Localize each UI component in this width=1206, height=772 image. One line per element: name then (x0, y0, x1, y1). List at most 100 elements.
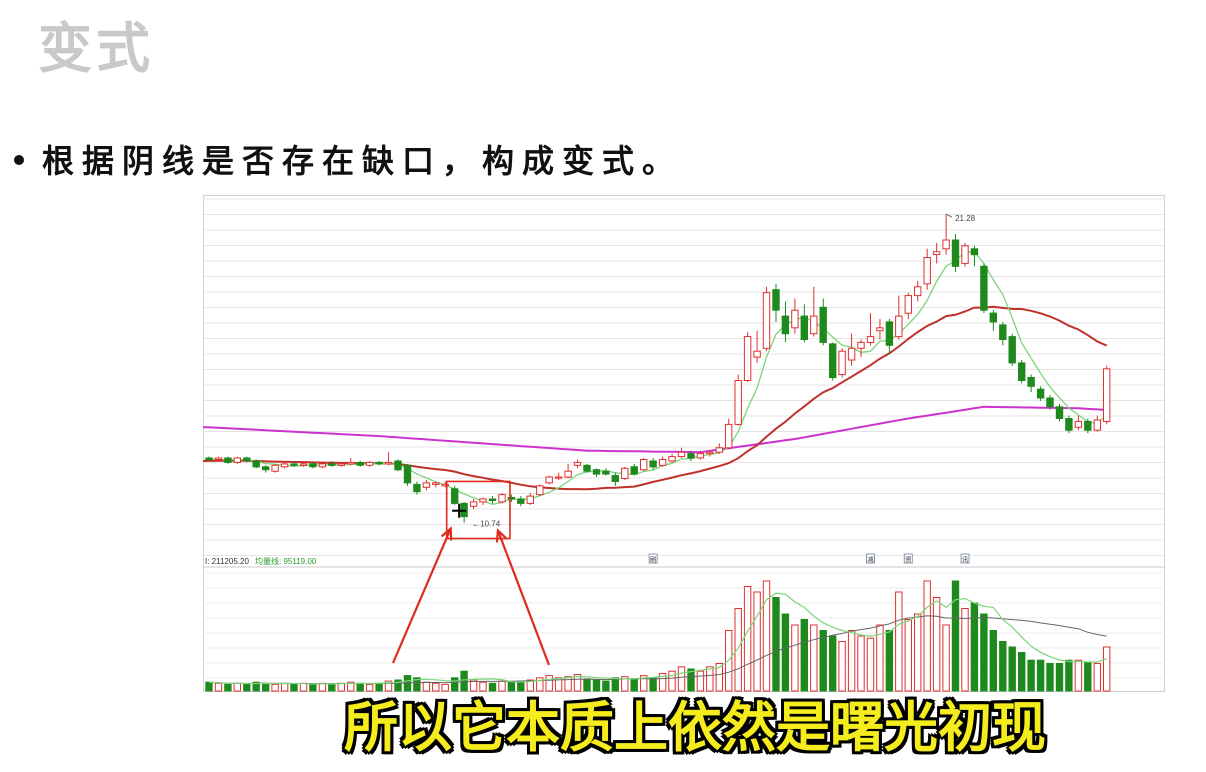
volume-bar (847, 630, 856, 692)
volume-bar (857, 635, 865, 692)
event-marker-label: 资 (905, 555, 912, 564)
candle (290, 463, 298, 466)
candle (488, 498, 497, 501)
candle (942, 239, 950, 250)
candle (1103, 368, 1111, 423)
volume-bar (1074, 659, 1083, 692)
candle (224, 457, 232, 463)
candle (829, 343, 837, 379)
candle (895, 315, 903, 338)
candle (810, 315, 818, 335)
candle (328, 463, 336, 466)
candle (838, 350, 846, 376)
candle (1093, 419, 1101, 431)
volume-bar (904, 619, 912, 692)
candle (545, 476, 553, 484)
volume-bar (1084, 661, 1092, 692)
candle (536, 485, 544, 496)
candle (847, 347, 856, 361)
candle (1046, 397, 1054, 408)
slide-title: 变式 (38, 16, 154, 80)
candle (762, 292, 771, 349)
candle (706, 451, 714, 455)
volume-bar (980, 613, 988, 692)
video-subtitle: 所以它本质上依然是曙光初现 (344, 696, 1046, 759)
volume-ma-label: 均量线: 95119.00 (255, 556, 317, 566)
volume-bar (781, 613, 790, 692)
volume-bar (923, 580, 931, 692)
candle (885, 321, 894, 346)
volume-bar (545, 675, 553, 692)
candle (318, 463, 327, 468)
candle (668, 456, 676, 462)
candle (649, 460, 657, 468)
volume-bar (989, 630, 997, 692)
candle (1065, 418, 1073, 431)
candle (980, 265, 988, 311)
candle (337, 463, 346, 466)
candle (365, 461, 374, 466)
candle (951, 239, 960, 267)
volume-bar (1018, 652, 1026, 692)
volume-bar (734, 608, 742, 692)
candle (233, 457, 242, 463)
volume-bar (1065, 659, 1073, 692)
candle (914, 286, 922, 297)
candle (526, 495, 535, 504)
candle (621, 467, 629, 479)
candle (469, 501, 478, 507)
candle (299, 463, 308, 466)
candle (517, 498, 525, 504)
candle (384, 461, 393, 465)
candle (640, 459, 648, 471)
candle (451, 488, 459, 504)
candle (800, 315, 808, 340)
candle (1027, 377, 1035, 387)
volume-bar (214, 682, 223, 692)
candle (715, 447, 723, 453)
bullet-text: 根据阴线是否存在缺口，构成变式。 (42, 142, 683, 180)
candle (394, 460, 402, 471)
candle (781, 315, 790, 335)
volume-bar (800, 619, 808, 692)
candle (725, 423, 733, 449)
candle (1084, 420, 1092, 431)
volume-bar (932, 597, 941, 692)
volume-bar (205, 681, 213, 692)
candle (271, 464, 279, 472)
candle (347, 461, 355, 465)
bullet-dot-icon (14, 154, 24, 165)
candle (866, 336, 875, 344)
volume-bar (914, 613, 922, 692)
candle (970, 248, 979, 256)
candle (923, 257, 931, 285)
low-price-label: ←10.74 (472, 520, 501, 529)
candle (630, 466, 638, 475)
volume-bar (961, 608, 969, 692)
stock-chart: 21.28 ←10.74 刷 减 资 讯 I: 211205.20 均量线: 95119.00 (203, 195, 1165, 692)
candle (280, 463, 289, 468)
candle (743, 336, 752, 382)
candle (658, 459, 667, 466)
candle (592, 469, 601, 475)
volume-bar (1046, 663, 1054, 692)
candle (309, 463, 317, 468)
candle (932, 251, 941, 256)
candle (904, 295, 912, 314)
volume-bar (791, 624, 799, 692)
event-marker-label: 减 (867, 555, 874, 564)
candle (205, 457, 213, 460)
volume-bar (1008, 646, 1016, 692)
candle (602, 470, 610, 475)
candle (573, 461, 582, 466)
high-price-label: 21.28 (955, 214, 976, 223)
candle (1036, 388, 1045, 399)
candle (498, 494, 506, 503)
candle (252, 460, 260, 468)
candle (677, 451, 686, 458)
volume-bar (999, 641, 1007, 692)
volume-bar (942, 624, 950, 692)
volume-bar (677, 666, 686, 692)
volume-bar (564, 676, 572, 692)
volume-bar (838, 641, 846, 692)
